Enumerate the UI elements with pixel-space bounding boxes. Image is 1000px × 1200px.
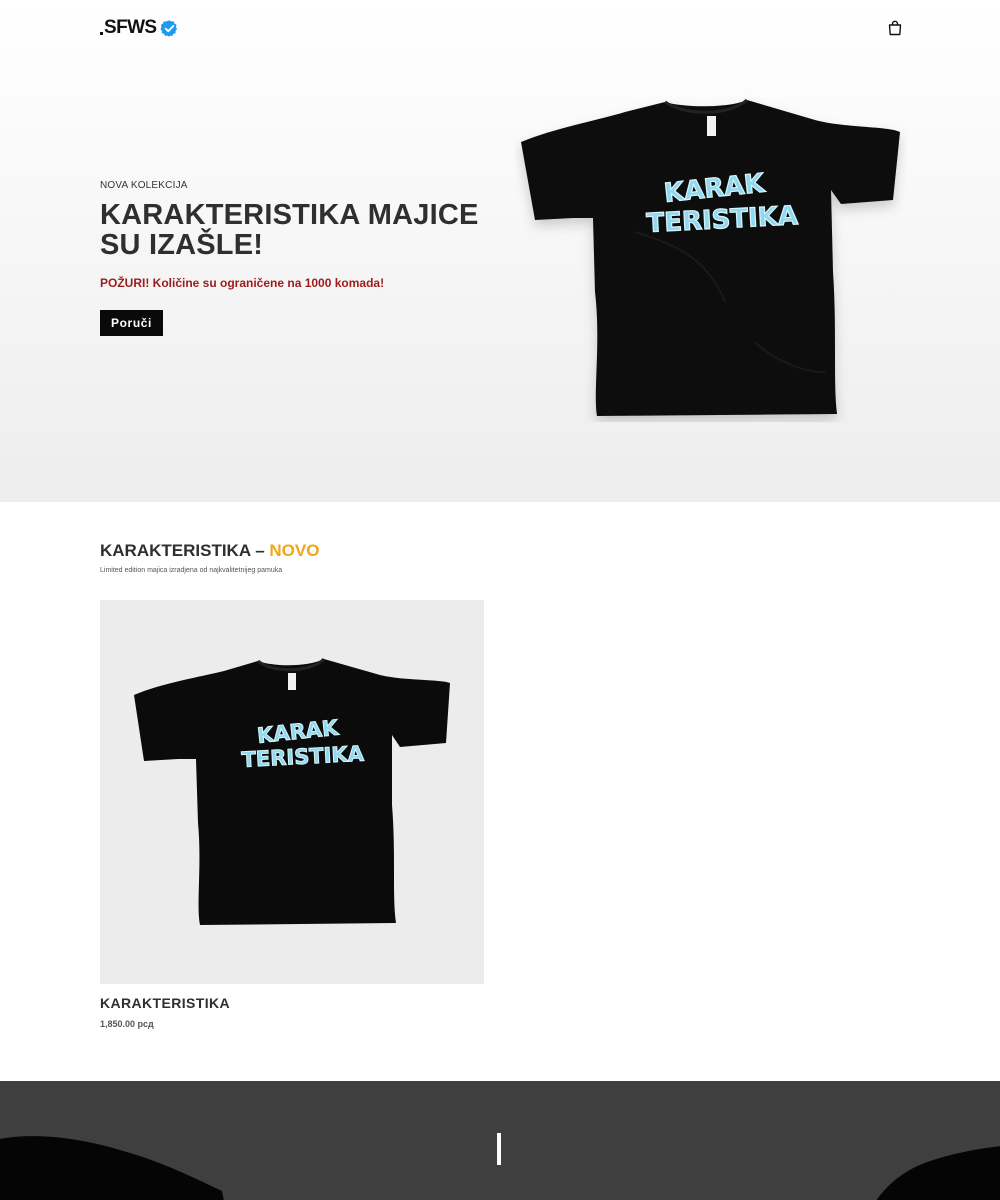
- collection-title: KARAKTERISTIKA – NOVO: [100, 541, 319, 561]
- site-header: SFWS: [0, 0, 1000, 56]
- product-card-image[interactable]: KARAK TERISTIKA: [100, 600, 484, 984]
- collection-title-accent: NOVO: [269, 541, 320, 560]
- product-tshirt-image: KARAK TERISTIKA: [134, 657, 450, 925]
- banner-tshirt-left: [0, 1136, 224, 1200]
- logo-dot: [100, 32, 103, 35]
- hero-section: NOVA KOLEKCIJA KARAKTERISTIKA MAJICE SU …: [0, 0, 1000, 502]
- slider-indicator[interactable]: [497, 1133, 501, 1165]
- verified-badge-icon: [159, 19, 177, 37]
- dark-banner-section: [0, 1081, 1000, 1200]
- product-name[interactable]: KARAKTERISTIKA: [100, 995, 230, 1011]
- shopping-bag-icon[interactable]: [886, 19, 904, 37]
- hero-tshirt-image: KARAK TERISTIKA: [521, 98, 900, 416]
- hero-eyebrow: NOVA KOLEKCIJA: [100, 180, 188, 191]
- collection-subtitle: Limited edition majica izradjena od najk…: [100, 567, 283, 574]
- logo-text: SFWS: [104, 17, 157, 38]
- order-button[interactable]: Poruči: [100, 310, 163, 336]
- site-logo[interactable]: SFWS: [100, 16, 179, 40]
- collection-title-main: KARAKTERISTIKA –: [100, 541, 270, 560]
- product-price: 1,850.00 рсд: [100, 1019, 154, 1029]
- hero-urgency-note: POŽURI! Količine su ograničene na 1000 k…: [100, 276, 385, 290]
- banner-tshirt-right: [876, 1146, 1000, 1200]
- hero-title: KARAKTERISTIKA MAJICE SU IZAŠLE!: [100, 199, 479, 261]
